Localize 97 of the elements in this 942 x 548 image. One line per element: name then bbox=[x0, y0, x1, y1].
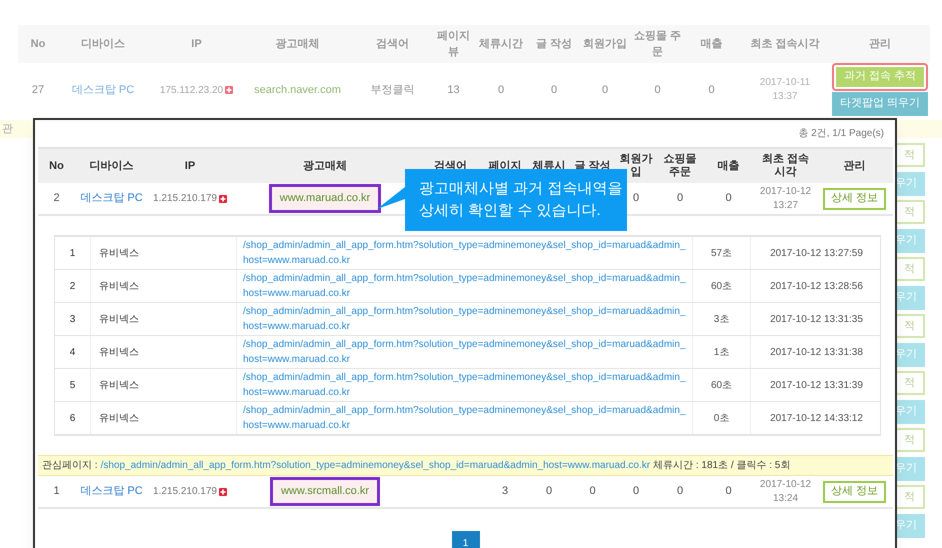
visit-time: 2017-10-12 13:27 bbox=[760, 184, 812, 212]
table-cell-text: 4 bbox=[70, 346, 76, 360]
table-cell-text: 3초 bbox=[714, 312, 730, 326]
column-header: 글 작성 bbox=[536, 36, 572, 52]
table-cell-text: 60초 bbox=[710, 280, 732, 294]
table-cell-text: 1초 bbox=[714, 346, 730, 360]
table-cell-text: 3 bbox=[70, 312, 76, 326]
table-cell-text: 2017-10-12 13:31:39 bbox=[770, 378, 863, 392]
table-cell-text: 2 bbox=[53, 191, 60, 206]
visit-time: 2017-10-11 13:37 bbox=[760, 76, 810, 104]
table-cell-text: 27 bbox=[32, 82, 44, 98]
callout-text: 광고매체사별 과거 접속내역을 상세히 확인할 수 있습니다. bbox=[419, 179, 622, 221]
column-header: 매출 bbox=[718, 160, 740, 172]
table-cell-text: 0 bbox=[654, 82, 661, 98]
table-cell-text: 0 bbox=[676, 484, 684, 500]
interest-stats: 체류시간 : 181초 / 클릭수 : 5회 bbox=[653, 459, 790, 473]
table-cell-text: 0 bbox=[546, 484, 552, 500]
column-header: IP bbox=[184, 160, 196, 172]
table-cell-text: 2017-10-12 13:31:35 bbox=[770, 312, 863, 326]
page-link[interactable]: /shop_admin/admin_all_app_form.htm?solution_type=adminemoney&sel_shop_id=maruad&admin_host=www.maruad.co.kr bbox=[243, 304, 686, 334]
column-header: 관리 bbox=[869, 36, 891, 52]
table-cell-text: 0 bbox=[498, 82, 504, 98]
table-cell-text: 유비넥스 bbox=[99, 246, 139, 260]
detail-button[interactable]: 상세 정보 bbox=[822, 480, 886, 502]
table-cell-text: 부정클릭 bbox=[370, 82, 414, 98]
column-header: 검색어 bbox=[376, 36, 409, 52]
table-cell-text: 2017-10-12 13:31:38 bbox=[770, 346, 863, 360]
page-link[interactable]: /shop_admin/admin_all_app_form.htm?solution_type=adminemoney&sel_shop_id=maruad&admin_host=www.maruad.co.kr bbox=[243, 337, 686, 367]
column-header: 광고매체 bbox=[276, 36, 320, 52]
device-link[interactable]: 데스크탑 PC bbox=[72, 82, 134, 98]
column-header: 체류시간 bbox=[479, 36, 523, 52]
column-header: 회원가입 bbox=[618, 153, 654, 179]
table-cell-text: 3 bbox=[502, 484, 508, 500]
plus-icon[interactable] bbox=[218, 488, 227, 496]
column-header: 디바이스 bbox=[81, 36, 125, 52]
device-link[interactable]: 데스크탑 PC bbox=[80, 483, 143, 500]
table-cell-text: 유비넥스 bbox=[99, 412, 139, 426]
column-header: No bbox=[49, 160, 64, 172]
table-cell-text: 0 bbox=[676, 191, 684, 206]
column-header: 회원가입 bbox=[583, 36, 627, 52]
media-link[interactable]: www.srcmall.co.kr bbox=[270, 477, 380, 506]
ip-address: 175.112.23.20 bbox=[160, 84, 224, 98]
column-header: IP bbox=[191, 36, 202, 52]
column-header: 매출 bbox=[700, 36, 722, 52]
table-cell-text: 2017-10-12 13:27:59 bbox=[770, 246, 863, 260]
table-cell-text: 유비넥스 bbox=[99, 346, 139, 360]
page-link[interactable]: /shop_admin/admin_all_app_form.htm?solution_type=adminemoney&sel_shop_id=maruad&admin_host=www.maruad.co.kr bbox=[100, 458, 650, 473]
device-link[interactable]: 데스크탑 PC bbox=[80, 190, 143, 207]
column-header: 쇼핑몰 주문 bbox=[662, 153, 698, 179]
ip-address: 1.215.210.179 bbox=[153, 485, 217, 499]
table-cell-text: 0 bbox=[708, 82, 715, 98]
media-link[interactable]: search.naver.com bbox=[254, 82, 341, 98]
table-cell-text: 6 bbox=[70, 412, 76, 426]
visit-time: 2017-10-12 13:24 bbox=[760, 478, 812, 506]
table-cell-text: 유비넥스 bbox=[99, 378, 139, 392]
page-link[interactable]: /shop_admin/admin_all_app_form.htm?solution_type=adminemoney&sel_shop_id=maruad&admin_host=www.maruad.co.kr bbox=[243, 403, 686, 433]
table-cell-text: 0 bbox=[632, 484, 640, 500]
interest-label: 관심페이지 : bbox=[42, 459, 98, 473]
detail-button[interactable]: 상세 정보 bbox=[822, 188, 886, 210]
table-cell-text: 2 bbox=[70, 280, 76, 294]
table-cell-text: 1 bbox=[53, 484, 60, 500]
action-button[interactable]: 과거 접속 추적 bbox=[834, 64, 926, 88]
table-cell-text: 유비넥스 bbox=[99, 280, 139, 294]
page-link[interactable]: /shop_admin/admin_all_app_form.htm?solution_type=adminemoney&sel_shop_id=maruad&admin_host=www.maruad.co.kr bbox=[243, 271, 686, 301]
page-count: 총 2건, 1/1 Page(s) bbox=[798, 127, 884, 141]
action-button[interactable]: 타겟팝업 띄우기 bbox=[832, 92, 928, 116]
column-header: 디바이스 bbox=[90, 160, 134, 172]
column-header: 페이지뷰 bbox=[436, 28, 471, 60]
table-cell-text: 1 bbox=[70, 246, 76, 260]
table-cell-text: 0 bbox=[632, 191, 640, 206]
table-cell-text: 13 bbox=[447, 82, 460, 98]
table-cell-text: 57초 bbox=[710, 246, 732, 260]
table-cell-text: 0 bbox=[589, 484, 596, 500]
plus-icon[interactable] bbox=[218, 194, 227, 202]
page-link[interactable]: /shop_admin/admin_all_app_form.htm?solution_type=adminemoney&sel_shop_id=maruad&admin_host=www.maruad.co.kr bbox=[243, 370, 686, 400]
table-cell-text: 0 bbox=[725, 191, 732, 206]
band-text: 관 bbox=[2, 122, 13, 137]
media-link[interactable]: www.maruad.co.kr bbox=[268, 184, 382, 213]
table-cell-text: 유비넥스 bbox=[99, 312, 139, 326]
column-header: 최초 접속시각 bbox=[750, 36, 820, 52]
column-header: No bbox=[30, 36, 46, 52]
column-header: 최초 접속시각 bbox=[760, 153, 810, 179]
plus-icon[interactable] bbox=[225, 86, 234, 94]
table-cell-text: 2017-10-12 13:28:56 bbox=[770, 280, 863, 294]
table-cell-text: 0 bbox=[725, 484, 732, 500]
table-cell-text: 2017-10-12 14:33:12 bbox=[770, 412, 863, 426]
page-link[interactable]: /shop_admin/admin_all_app_form.htm?solution_type=adminemoney&sel_shop_id=maruad&admin_host=www.maruad.co.kr bbox=[243, 238, 686, 268]
table-cell-text: 0 bbox=[550, 82, 558, 98]
column-header: 광고매체 bbox=[303, 160, 347, 172]
ip-address: 1.215.210.179 bbox=[153, 192, 217, 206]
table-cell-text: 0 bbox=[602, 82, 608, 98]
column-header: 쇼핑몰 주문 bbox=[632, 28, 682, 60]
table-cell-text: 60초 bbox=[710, 378, 732, 392]
page-button[interactable]: 1 bbox=[452, 531, 480, 548]
column-header: 관리 bbox=[844, 160, 866, 172]
table-cell-text: 5 bbox=[70, 378, 76, 392]
table-cell-text: 0초 bbox=[714, 412, 730, 426]
